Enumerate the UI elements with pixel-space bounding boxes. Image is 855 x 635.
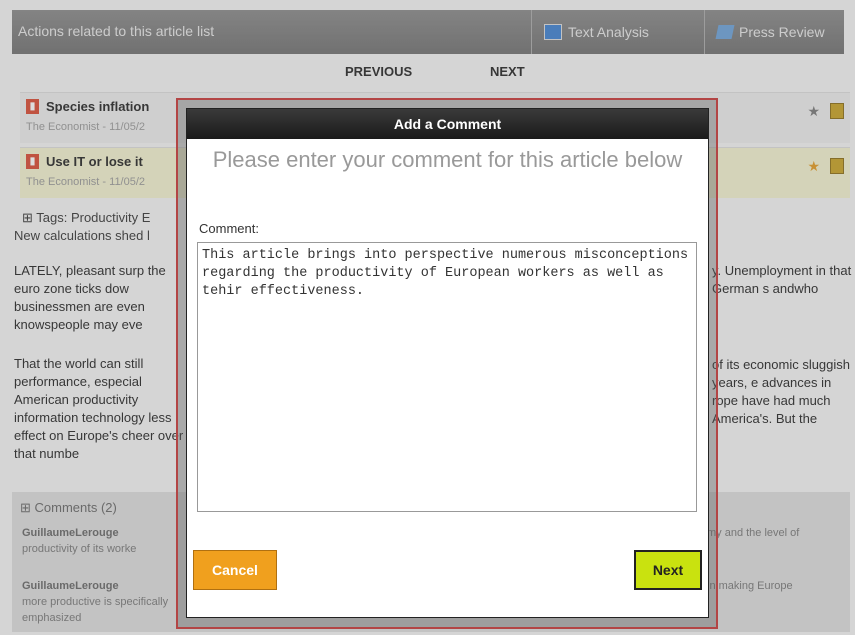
- dialog-title: Add a Comment: [187, 109, 708, 139]
- comment-textarea[interactable]: This article brings into perspective num…: [197, 242, 697, 512]
- dialog-prompt: Please enter your comment for this artic…: [212, 147, 683, 172]
- next-button[interactable]: Next: [634, 550, 702, 590]
- comment-label: Comment:: [199, 221, 259, 236]
- add-comment-dialog: Add a Comment Please enter your comment …: [186, 108, 709, 618]
- cancel-button[interactable]: Cancel: [193, 550, 277, 590]
